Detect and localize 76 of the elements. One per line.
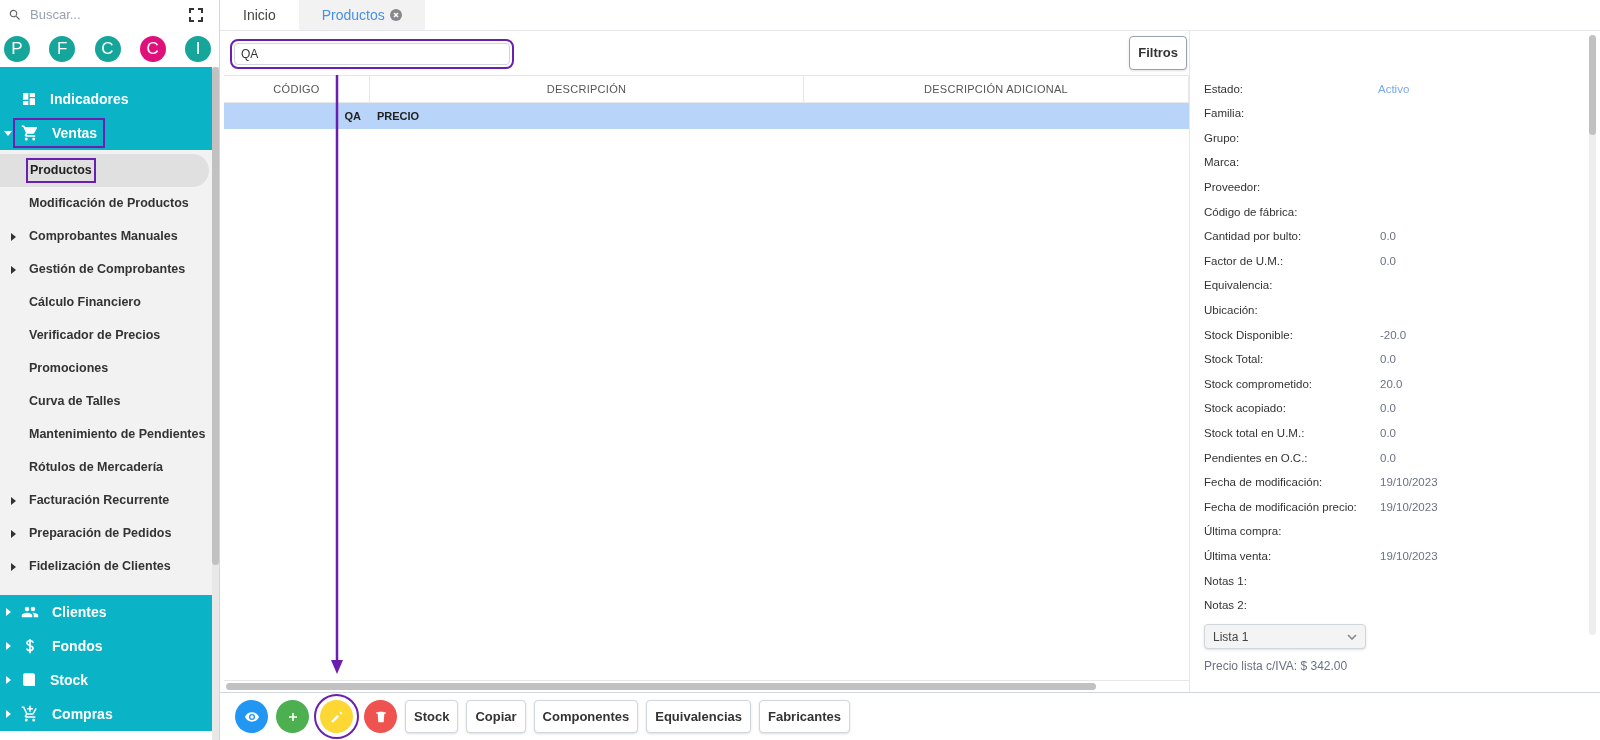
submenu-item[interactable]: Gestión de Comprobantes: [28, 260, 187, 279]
plus-button[interactable]: [276, 700, 309, 733]
field-label: Proveedor:: [1204, 180, 1262, 196]
field-label: Stock acopiado:: [1204, 401, 1287, 417]
box-icon: [21, 672, 37, 688]
field-label: Familia:: [1204, 106, 1246, 122]
field-label: Marca:: [1204, 155, 1241, 171]
submenu-item[interactable]: Comprobantes Manuales: [28, 227, 179, 246]
avatar[interactable]: C: [139, 35, 166, 62]
field-value: 0.0: [1380, 253, 1396, 269]
field-value: 19/10/2023: [1380, 499, 1438, 515]
submenu-item[interactable]: Facturación Recurrente: [28, 491, 171, 510]
column-header[interactable]: CÓDIGO: [224, 76, 370, 102]
toolbar-button[interactable]: Componentes: [533, 700, 639, 733]
field-label: Última venta:: [1204, 548, 1273, 564]
toolbar-button[interactable]: Fabricantes: [758, 700, 850, 733]
price-text: Precio lista c/IVA: $ 342.00: [1204, 658, 1349, 676]
submenu-item[interactable]: Verificador de Precios: [28, 326, 162, 345]
field-value: -20.0: [1380, 327, 1407, 343]
trash-button[interactable]: [364, 700, 397, 733]
submenu-item[interactable]: Rótulos de Mercadería: [28, 458, 165, 477]
field-value: 19/10/2023: [1380, 475, 1438, 491]
table-row[interactable]: QA PRECIO: [224, 103, 1189, 129]
field-value: 19/10/2023: [1380, 548, 1438, 564]
chevron-down-icon: [1347, 633, 1357, 640]
column-header[interactable]: DESCRIPCIÓN: [370, 76, 804, 102]
status-value: Activo: [1378, 81, 1410, 97]
field-label: Fecha de modificación:: [1204, 475, 1324, 491]
scrollbar-thumb[interactable]: [1589, 35, 1596, 135]
submenu-item[interactable]: Curva de Talles: [28, 392, 122, 411]
toolbar-button[interactable]: Equivalencias: [646, 700, 751, 733]
filters-button[interactable]: Filtros: [1129, 36, 1187, 70]
dashboard-icon: [21, 91, 37, 107]
field-value: 0.0: [1380, 450, 1396, 466]
field-label: Fecha de modificación precio:: [1204, 499, 1358, 515]
field-label: Equivalencia:: [1204, 278, 1274, 294]
search-field[interactable]: Buscar...: [30, 5, 181, 25]
close-icon[interactable]: [389, 9, 402, 21]
scrollbar-thumb[interactable]: [212, 67, 219, 565]
field-label: Grupo:: [1204, 130, 1241, 146]
field-value: 20.0: [1380, 376, 1403, 392]
submenu-item[interactable]: Modificación de Productos: [28, 194, 190, 213]
field-label: Cantidad por bulto:: [1204, 229, 1303, 245]
field-label: Stock comprometido:: [1204, 376, 1313, 392]
field-label: Stock total en U.M.:: [1204, 426, 1306, 441]
submenu-item[interactable]: Mantenimiento de Pendientes: [28, 425, 207, 444]
submenu-item[interactable]: Preparación de Pedidos: [28, 524, 173, 543]
submenu-item[interactable]: Cálculo Financiero: [28, 293, 142, 312]
field-label: Código de fábrica:: [1204, 204, 1299, 220]
price-list-dropdown[interactable]: Lista 1: [1204, 624, 1366, 650]
cart-plus-icon: [21, 705, 39, 723]
field-value: 0.0: [1380, 352, 1396, 368]
column-header[interactable]: DESCRIPCIÓN ADICIONAL: [804, 76, 1189, 102]
field-label: Última compra:: [1204, 524, 1283, 540]
field-label: Notas 1:: [1204, 573, 1248, 589]
field-label: Factor de U.M.:: [1204, 253, 1285, 269]
fullscreen-icon[interactable]: [189, 8, 203, 22]
field-value: 0.0: [1380, 401, 1396, 417]
toolbar-button[interactable]: Stock: [405, 700, 459, 733]
horizontal-scrollbar[interactable]: [226, 683, 1096, 690]
field-label: Estado:: [1204, 81, 1244, 97]
field-value: 0.0: [1380, 426, 1396, 441]
field-value: 0.0: [1380, 229, 1396, 245]
submenu-item[interactable]: Promociones: [28, 359, 110, 378]
table-cell: PRECIO: [377, 109, 420, 122]
submenu-item[interactable]: Fidelización de Clientes: [28, 557, 172, 576]
field-label: Stock Disponible:: [1204, 327, 1294, 343]
cart-icon: [21, 124, 39, 142]
eye-button[interactable]: [235, 700, 268, 733]
field-label: Stock Total:: [1204, 352, 1265, 368]
field-label: Pendientes en O.C.:: [1204, 450, 1309, 466]
search-icon: [8, 8, 22, 22]
table-cell: QA: [344, 109, 361, 122]
toolbar-button[interactable]: Copiar: [466, 700, 526, 733]
field-label: Ubicación:: [1204, 303, 1259, 318]
field-label: Notas 2:: [1204, 598, 1248, 614]
